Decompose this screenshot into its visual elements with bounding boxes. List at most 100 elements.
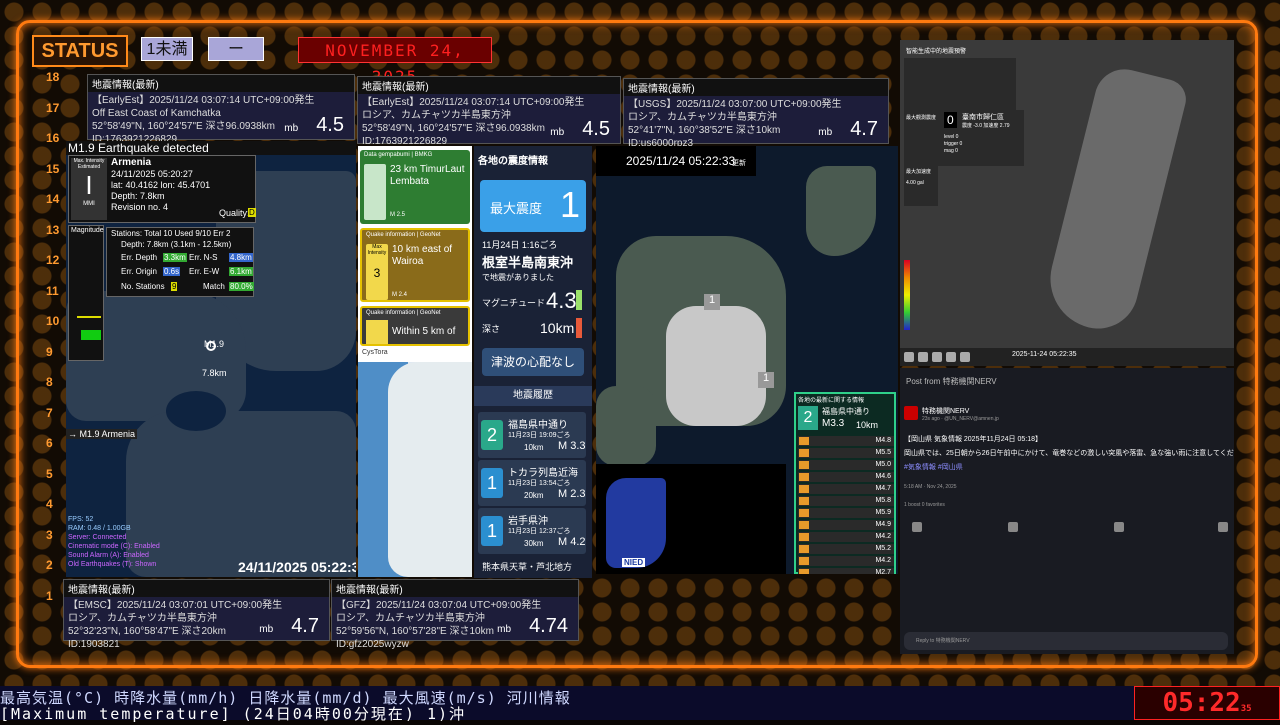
card-title: 地震情報(最新) <box>88 75 354 92</box>
settings-icon[interactable] <box>904 352 914 362</box>
magnitude-number: 4.5 <box>316 114 344 136</box>
list-item[interactable]: M4.9 <box>798 520 894 530</box>
list-item[interactable]: M5.2 <box>798 544 894 554</box>
panel-title: 智能生成中的地震預警 <box>906 49 967 55</box>
intensity-badge: 2 <box>798 406 818 430</box>
post-header[interactable]: Post from 特務機関NERV <box>906 376 997 387</box>
taiwan-eew-panel[interactable]: 智能生成中的地震預警 最大觀測震度 0 臺南市歸仁區 震度 -3.0 加速度 2… <box>900 40 1234 366</box>
global-quake-map[interactable]: M1.9 Earthquake detected Max. Intensity … <box>66 141 356 577</box>
card-line: ID:1903821 <box>68 639 120 650</box>
location-detail: 震度 -3.0 加速度 2.79 <box>962 123 1010 129</box>
bmkg-card[interactable]: Data gempabumi | BMKG 23 km TimurLaut Le… <box>360 150 470 224</box>
boost-icon[interactable] <box>1008 522 1018 532</box>
geonet-card-2[interactable]: Quake information | GeoNet Within 5 km o… <box>360 306 470 346</box>
magnitude-marker <box>77 316 101 318</box>
scale-tick: 9 <box>46 344 53 359</box>
list-item[interactable]: M4.2 <box>798 556 894 566</box>
history-item[interactable]: 1 岩手県沖 11月23日 12:37ごろ 30km M 4.2 <box>478 508 586 554</box>
geonet-mag: M 2.4 <box>392 292 408 298</box>
list-item[interactable]: M5.9 <box>798 508 894 518</box>
history-item[interactable]: 2 福島県中通り 11月23日 19:09ごろ 10km M 3.3 <box>478 412 586 458</box>
ticker-line-1: 最高気温(°C) 時降水量(mm/h) 日降水量(mm/d) 最大風速(m/s)… <box>0 689 571 707</box>
reply-input[interactable]: Reply to 特務機関NERV <box>904 632 1228 650</box>
list-item[interactable]: M5.5 <box>798 448 894 458</box>
status-label: STATUS <box>32 35 128 67</box>
landmass <box>388 362 472 577</box>
event-place: 根室半島南東沖 <box>482 255 574 270</box>
card-line: ID:gfz2025wyzw <box>336 639 409 650</box>
magnitude-number: 4.5 <box>582 118 610 140</box>
intensity-swatch <box>799 461 809 469</box>
quake-card-gfz: 地震情報(最新) 【GFZ】2025/11/24 03:07:04 UTC+09… <box>331 579 579 650</box>
map-timestamp: 24/11/2025 05:22:37 <box>238 559 356 575</box>
color-scale <box>904 260 910 330</box>
list-mag: M4.6 <box>875 473 891 480</box>
quality-label: Quality: <box>219 208 250 218</box>
accel-label: 最大加速度 <box>906 169 932 175</box>
magnitude-label: mb <box>818 127 833 138</box>
event-sidetag[interactable]: → M1.9 Armenia <box>66 429 138 439</box>
scale-tick: 3 <box>46 527 53 542</box>
card-line: 【EMSC】2025/11/24 03:07:01 UTC+09:00発生 <box>68 600 283 611</box>
map-icon[interactable] <box>932 352 942 362</box>
recent-place: 福島県中通り <box>822 407 870 416</box>
quality-badge: D <box>248 208 256 217</box>
max-intensity-label: 最大震度 <box>490 201 543 216</box>
magnitude-label: マグニチュード <box>482 298 546 308</box>
list-item[interactable]: M2.7 <box>798 568 894 574</box>
post-tags[interactable]: #気象情報 #岡山県 <box>904 462 963 472</box>
intensity-value: 0 <box>944 112 957 128</box>
japan-map[interactable]: 2025/11/24 05:22:33 更新 1 1 NIED 各地の最新に関す… <box>596 146 898 574</box>
scale-tick: 8 <box>46 375 53 389</box>
scale-tick: 13 <box>46 222 60 237</box>
share-icon[interactable] <box>1218 522 1228 532</box>
list-item[interactable]: M4.6 <box>798 472 894 482</box>
magnitude-number: 4.7 <box>850 118 878 140</box>
favorite-icon[interactable] <box>1114 522 1124 532</box>
bmkg-place: 23 km TimurLaut Lembata <box>390 164 465 187</box>
stat-line: RAM: 0.48 / 1.00GB <box>68 525 131 532</box>
post-stats: 1 boost 0 favorites <box>904 502 945 508</box>
chart-icon[interactable] <box>946 352 956 362</box>
intensity-swatch <box>799 437 809 445</box>
list-item[interactable]: M4.8 <box>798 436 894 446</box>
list-item[interactable]: M4.2 <box>798 532 894 542</box>
list-mag: M5.8 <box>875 497 891 504</box>
location: 臺南市歸仁區 <box>962 114 1004 121</box>
post-lead: 【岡山県 気象情報 2025年11月24日 05:18】 <box>904 436 1042 443</box>
detection-banner: M1.9 Earthquake detected <box>66 141 356 155</box>
geonet-card[interactable]: Quake information | GeoNet Max Intensity… <box>360 228 470 302</box>
alert-level-indicator-2: ー <box>208 37 264 61</box>
list-item[interactable]: M5.0 <box>798 460 894 470</box>
reply-icon[interactable] <box>912 522 922 532</box>
card-title: 地震情報(最新) <box>332 580 578 597</box>
quake-card-emsc: 地震情報(最新) 【EMSC】2025/11/24 03:07:01 UTC+0… <box>63 579 330 650</box>
quake-summary: Max. Intensity Estimated I MMI Armenia 2… <box>68 155 256 223</box>
list-item[interactable]: M5.8 <box>798 496 894 506</box>
list-mag: M4.2 <box>875 557 891 564</box>
stat-line: level 0 <box>944 134 959 140</box>
list-item[interactable]: M4.7 <box>798 484 894 494</box>
magnitude-bar <box>576 290 582 310</box>
layers-icon[interactable] <box>918 352 928 362</box>
stat-line: Server: Connected <box>68 534 127 541</box>
sound-icon[interactable] <box>960 352 970 362</box>
scale-tick: 1 <box>46 588 53 603</box>
history-depth: 20km <box>524 491 544 500</box>
post-author[interactable]: 特務機関NERV <box>922 406 969 416</box>
satellite-map[interactable] <box>358 362 472 577</box>
accel-box: 最大加速度 4.00 gal <box>904 166 938 206</box>
depth-bar <box>576 318 582 338</box>
intensity-badge: 1 <box>481 516 503 546</box>
list-mag: M4.7 <box>875 485 891 492</box>
match-label: Match <box>203 282 225 291</box>
history-item[interactable]: 1 トカラ列島近海 11月23日 13:54ごろ 20km M 2.3 <box>478 460 586 506</box>
tsunami-status: 津波の心配なし <box>482 348 584 376</box>
err-ew-value: 6.1km <box>229 267 253 276</box>
avatar[interactable] <box>904 406 918 420</box>
intensity-marker[interactable]: 1 <box>704 294 720 310</box>
intensity-marker[interactable]: 1 <box>758 372 774 388</box>
stat-line: Cinematic mode (C): Enabled <box>68 543 160 550</box>
recent-list: M4.8 M5.5 M5.0 M4.6 M4.7 M5.8 M5.9 M4.9 M4.2 M5.2… <box>798 436 894 574</box>
card-title: 地震情報(最新) <box>64 580 329 597</box>
